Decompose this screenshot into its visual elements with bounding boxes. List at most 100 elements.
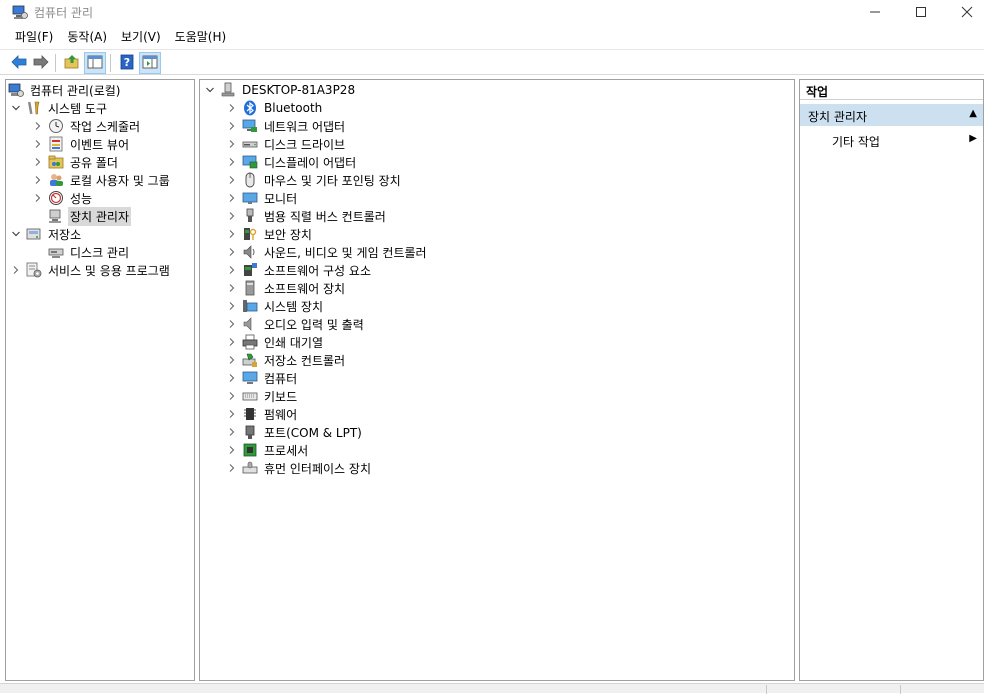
- bluetooth-icon: [242, 100, 258, 116]
- up-one-level-button[interactable]: [61, 52, 83, 74]
- chevron-right-icon[interactable]: [226, 300, 238, 312]
- toolbar: ?: [0, 49, 984, 75]
- chevron-right-icon[interactable]: [226, 210, 238, 222]
- device-category-monitors[interactable]: 모니터: [226, 189, 299, 207]
- category-label: 포트(COM & LPT): [264, 425, 362, 440]
- chevron-right-icon[interactable]: [32, 120, 44, 132]
- tree-item-local-users-groups[interactable]: 로컬 사용자 및 그룹: [32, 171, 172, 189]
- chevron-right-icon[interactable]: [226, 408, 238, 420]
- chevron-right-icon[interactable]: [32, 192, 44, 204]
- close-button[interactable]: [944, 0, 984, 24]
- software-device-icon: [242, 280, 258, 296]
- chevron-right-icon[interactable]: [226, 354, 238, 366]
- chevron-right-icon[interactable]: [226, 462, 238, 474]
- device-category-audio-io[interactable]: 오디오 입력 및 출력: [226, 315, 366, 333]
- show-hide-console-tree-icon: [87, 55, 103, 72]
- tree-item-storage[interactable]: 저장소: [10, 225, 83, 243]
- collapse-up-icon[interactable]: ▲: [969, 108, 977, 119]
- device-category-display-adapters[interactable]: 디스플레이 어댑터: [226, 153, 358, 171]
- chevron-right-icon[interactable]: [226, 444, 238, 456]
- chevron-right-icon[interactable]: [226, 282, 238, 294]
- tree-item-performance[interactable]: 성능: [32, 189, 94, 207]
- device-category-software-components[interactable]: 소프트웨어 구성 요소: [226, 261, 373, 279]
- menu-view[interactable]: 보기(V): [114, 26, 168, 48]
- storage-icon: [26, 226, 42, 242]
- chevron-down-icon[interactable]: [10, 102, 22, 114]
- device-category-mice[interactable]: 마우스 및 기타 포인팅 장치: [226, 171, 403, 189]
- chevron-down-icon[interactable]: [204, 84, 216, 96]
- device-category-keyboards[interactable]: 키보드: [226, 387, 299, 405]
- device-category-disk-drives[interactable]: 디스크 드라이브: [226, 135, 347, 153]
- chevron-right-icon[interactable]: [226, 264, 238, 276]
- chevron-right-icon[interactable]: [226, 246, 238, 258]
- chevron-right-icon[interactable]: [226, 336, 238, 348]
- device-category-security-devices[interactable]: 보안 장치: [226, 225, 314, 243]
- device-category-system-devices[interactable]: 시스템 장치: [226, 297, 325, 315]
- tree-label: 디스크 관리: [70, 245, 130, 260]
- chevron-right-icon[interactable]: [226, 138, 238, 150]
- chevron-right-icon[interactable]: [226, 372, 238, 384]
- chevron-right-icon[interactable]: [226, 390, 238, 402]
- device-category-sound-video-game[interactable]: 사운드, 비디오 및 게임 컨트롤러: [226, 243, 429, 261]
- title-bar: 컴퓨터 관리: [0, 0, 984, 24]
- device-category-storage-controllers[interactable]: 저장소 컨트롤러: [226, 351, 347, 369]
- actions-section-device-manager[interactable]: 장치 관리자 ▲: [800, 104, 983, 126]
- tree-item-shared-folders[interactable]: 공유 폴더: [32, 153, 120, 171]
- device-category-ports[interactable]: 포트(COM & LPT): [226, 423, 364, 441]
- action-more-actions[interactable]: 기타 작업 ▶: [800, 130, 983, 150]
- tree-item-task-scheduler[interactable]: 작업 스케줄러: [32, 117, 142, 135]
- chevron-right-icon[interactable]: [10, 264, 22, 276]
- chevron-right-icon[interactable]: [226, 192, 238, 204]
- minimize-button[interactable]: [852, 0, 898, 24]
- tree-item-computer-management[interactable]: 컴퓨터 관리(로컬): [8, 81, 122, 99]
- category-label: 보안 장치: [264, 227, 312, 242]
- forward-button[interactable]: [30, 52, 52, 74]
- chevron-right-icon[interactable]: [226, 174, 238, 186]
- console-tree-pane: 컴퓨터 관리(로컬) 시스템 도구 작업 스케줄러 이벤트 뷰어 공유 폴더 로…: [5, 79, 195, 681]
- tree-item-services-applications[interactable]: 서비스 및 응용 프로그램: [10, 261, 172, 279]
- tree-label: 컴퓨터 관리(로컬): [30, 83, 121, 98]
- show-hide-console-tree-button[interactable]: [84, 52, 106, 74]
- menu-help[interactable]: 도움말(H): [168, 26, 234, 48]
- device-category-bluetooth[interactable]: Bluetooth: [226, 99, 324, 117]
- menu-file[interactable]: 파일(F): [8, 26, 60, 48]
- category-label: 소프트웨어 구성 요소: [264, 263, 371, 278]
- tree-item-event-viewer[interactable]: 이벤트 뷰어: [32, 135, 131, 153]
- device-root-computer[interactable]: DESKTOP-81A3P28: [204, 81, 357, 99]
- chevron-right-icon[interactable]: [226, 426, 238, 438]
- device-category-usb-controllers[interactable]: 범용 직렬 버스 컨트롤러: [226, 207, 388, 225]
- chevron-right-icon[interactable]: [226, 102, 238, 114]
- help-button[interactable]: ?: [116, 52, 138, 74]
- services-icon: [26, 262, 42, 278]
- chevron-right-icon[interactable]: [226, 156, 238, 168]
- back-icon: [11, 54, 27, 72]
- menu-action[interactable]: 동작(A): [60, 26, 114, 48]
- show-hide-action-pane-button[interactable]: [139, 52, 161, 74]
- usb-icon: [242, 208, 258, 224]
- event-viewer-icon: [48, 136, 64, 152]
- chevron-right-icon[interactable]: [32, 156, 44, 168]
- chevron-right-icon[interactable]: [226, 228, 238, 240]
- category-label: 펌웨어: [264, 407, 298, 422]
- firmware-chip-icon: [242, 406, 258, 422]
- device-category-print-queues[interactable]: 인쇄 대기열: [226, 333, 325, 351]
- device-category-network-adapters[interactable]: 네트워크 어댑터: [226, 117, 347, 135]
- speaker-icon: [242, 244, 258, 260]
- device-category-computer[interactable]: 컴퓨터: [226, 369, 299, 387]
- chevron-right-icon[interactable]: [226, 120, 238, 132]
- chevron-right-icon[interactable]: [32, 138, 44, 150]
- tree-item-device-manager[interactable]: 장치 관리자: [48, 206, 132, 226]
- device-category-firmware[interactable]: 펌웨어: [226, 405, 299, 423]
- device-category-processors[interactable]: 프로세서: [226, 441, 310, 459]
- chevron-down-icon[interactable]: [10, 228, 22, 240]
- back-button[interactable]: [8, 52, 30, 74]
- chevron-right-icon[interactable]: [32, 174, 44, 186]
- tree-label: 장치 관리자: [68, 206, 132, 226]
- device-category-human-interface[interactable]: 휴먼 인터페이스 장치: [226, 459, 373, 477]
- tree-item-system-tools[interactable]: 시스템 도구: [10, 99, 109, 117]
- maximize-button[interactable]: [898, 0, 944, 24]
- device-category-software-devices[interactable]: 소프트웨어 장치: [226, 279, 347, 297]
- chevron-right-icon[interactable]: [226, 318, 238, 330]
- tree-item-disk-management[interactable]: 디스크 관리: [48, 243, 131, 261]
- menu-bar: 파일(F) 동작(A) 보기(V) 도움말(H): [0, 26, 984, 48]
